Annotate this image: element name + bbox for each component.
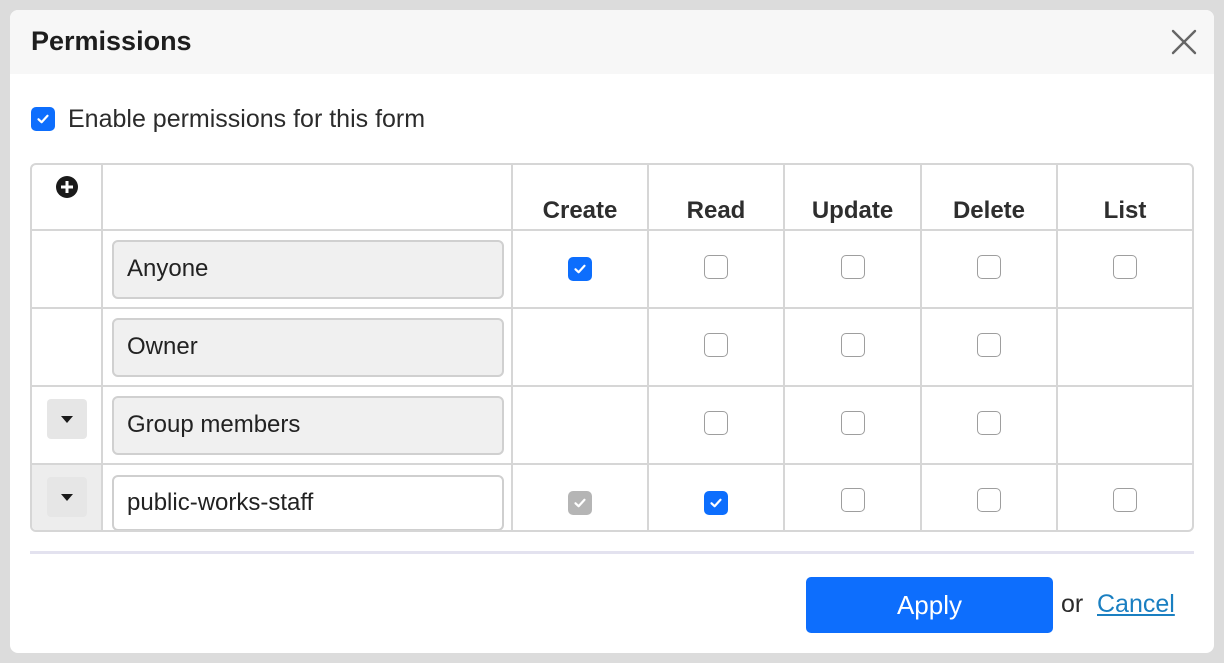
read-checkbox[interactable] xyxy=(704,410,728,435)
permission-cell-read xyxy=(647,385,785,465)
permission-cell-list xyxy=(1056,229,1192,309)
check-icon xyxy=(710,498,722,507)
name-column-header xyxy=(101,165,513,231)
permission-cell-read xyxy=(647,229,785,309)
permission-cell-update xyxy=(783,463,922,530)
role-name-field: Owner xyxy=(112,317,504,377)
permission-cell-read xyxy=(647,307,785,387)
dialog-title: Permissions xyxy=(31,26,192,56)
permission-cell-create xyxy=(511,229,649,309)
column-header: Delete xyxy=(920,165,1058,231)
read-checkbox[interactable] xyxy=(704,490,728,515)
read-checkbox[interactable] xyxy=(704,254,728,279)
update-checkbox[interactable] xyxy=(840,488,865,512)
caret-down-icon xyxy=(60,493,73,501)
row-handle-cell xyxy=(32,463,103,530)
column-header: Read xyxy=(647,165,785,231)
permission-cell-create xyxy=(511,307,649,387)
row-dropdown-button[interactable] xyxy=(46,476,87,517)
update-checkbox[interactable] xyxy=(840,410,865,435)
update-checkbox[interactable] xyxy=(840,332,865,357)
column-header: Create xyxy=(511,165,649,231)
delete-checkbox[interactable] xyxy=(977,332,1001,357)
plus-circle-icon[interactable] xyxy=(55,175,79,199)
permission-cell-delete xyxy=(920,307,1058,387)
delete-checkbox[interactable] xyxy=(977,254,1001,279)
check-icon xyxy=(574,498,586,507)
permission-cell-update xyxy=(783,385,922,465)
permission-cell-list xyxy=(1056,463,1192,530)
apply-button[interactable]: Apply xyxy=(806,577,1053,633)
column-header: Update xyxy=(783,165,922,231)
create-checkbox[interactable] xyxy=(568,257,592,281)
check-icon xyxy=(574,264,586,274)
role-name-cell: Owner xyxy=(101,307,513,387)
enable-permissions-checkbox[interactable] xyxy=(31,107,55,131)
permission-row xyxy=(32,463,1192,530)
read-checkbox[interactable] xyxy=(704,332,728,357)
permission-cell-update xyxy=(783,229,922,309)
or-text: or xyxy=(1061,590,1084,618)
permissions-table: Create Read Update Delete List Anyone Own… xyxy=(30,163,1194,532)
enable-permissions-row: Enable permissions for this form xyxy=(31,105,425,133)
footer-divider xyxy=(30,551,1194,554)
check-icon xyxy=(37,114,49,124)
permission-row: Owner xyxy=(32,307,1192,387)
caret-down-icon xyxy=(60,416,73,423)
permission-row: Anyone xyxy=(32,229,1192,309)
role-name-cell: Group members xyxy=(101,385,513,465)
permission-cell-create xyxy=(511,463,649,530)
row-handle-cell xyxy=(32,229,103,309)
cancel-link[interactable]: Cancel xyxy=(1097,590,1175,619)
row-handle-cell xyxy=(32,385,103,465)
permission-cell-read xyxy=(647,463,785,530)
delete-checkbox[interactable] xyxy=(977,488,1001,512)
close-icon[interactable] xyxy=(1170,28,1198,56)
role-name-field: Group members xyxy=(112,395,504,455)
role-name-cell xyxy=(101,463,513,530)
add-cell xyxy=(32,165,103,231)
create-checkbox xyxy=(568,490,592,515)
permissions-dialog: Permissions Enable permissions for this … xyxy=(10,10,1214,653)
role-name-input[interactable] xyxy=(112,474,504,530)
row-dropdown-button[interactable] xyxy=(46,399,87,439)
permission-cell-delete xyxy=(920,229,1058,309)
permission-cell-list xyxy=(1056,307,1192,387)
role-name-cell: Anyone xyxy=(101,229,513,309)
permission-cell-delete xyxy=(920,385,1058,465)
enable-permissions-label: Enable permissions for this form xyxy=(68,104,426,133)
dialog-header: Permissions xyxy=(10,10,1214,74)
table-header-row: Create Read Update Delete List xyxy=(32,165,1192,231)
column-header: List xyxy=(1056,165,1192,231)
permission-cell-update xyxy=(783,307,922,387)
role-name-field: Anyone xyxy=(112,239,504,299)
update-checkbox[interactable] xyxy=(840,254,865,279)
permission-row: Group members xyxy=(32,385,1192,465)
permission-cell-list xyxy=(1056,385,1192,465)
delete-checkbox[interactable] xyxy=(977,410,1001,435)
permission-cell-delete xyxy=(920,463,1058,530)
list-checkbox[interactable] xyxy=(1113,488,1137,512)
row-handle-cell xyxy=(32,307,103,387)
permission-cell-create xyxy=(511,385,649,465)
list-checkbox[interactable] xyxy=(1113,254,1137,279)
